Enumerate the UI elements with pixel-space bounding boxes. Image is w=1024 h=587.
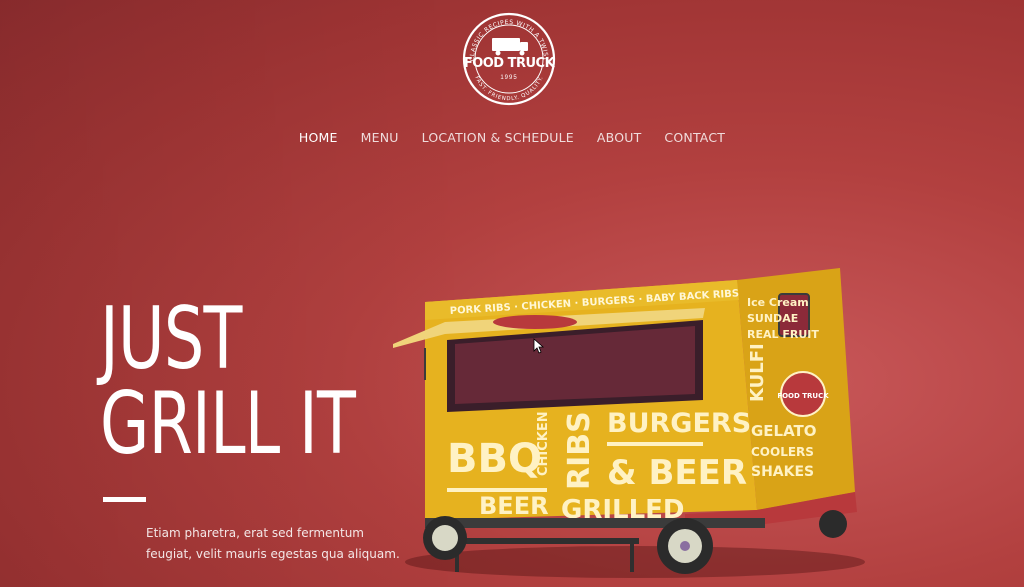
hero-title: JUST GRILL IT	[100, 289, 356, 474]
truck-word-burgers: BURGERS	[607, 408, 751, 439]
hero-title-line1: JUST	[100, 289, 242, 389]
logo-truck-icon	[492, 38, 528, 56]
truck-word-beer: BEER	[479, 492, 549, 520]
logo-year: 1995	[500, 75, 518, 81]
nav-about[interactable]: ABOUT	[597, 130, 642, 145]
svg-text:KULFI: KULFI	[747, 343, 768, 402]
hero-divider	[103, 497, 146, 502]
site-logo[interactable]: CLASSIC RECIPES WITH A TWIST FAST. FRIEN…	[462, 12, 556, 106]
main-nav: HOME MENU LOCATION & SCHEDULE ABOUT CONT…	[0, 130, 1024, 145]
svg-text:SHAKES: SHAKES	[751, 464, 814, 480]
hero-description: Etiam pharetra, erat sed fermentum feugi…	[146, 526, 400, 561]
food-truck-image: PORK RIBS · CHICKEN · BURGERS · BABY BAC…	[393, 268, 865, 578]
mouse-cursor-icon	[533, 338, 545, 354]
svg-text:Ice Cream: Ice Cream	[747, 296, 809, 309]
svg-text:COOLERS: COOLERS	[751, 445, 814, 459]
svg-text:GELATO: GELATO	[751, 422, 817, 440]
hero-title-line2: GRILL IT	[100, 374, 356, 474]
nav-contact[interactable]: CONTACT	[664, 130, 725, 145]
svg-text:REAL FRUIT: REAL FRUIT	[747, 328, 819, 341]
truck-word-beer-big: & BEER	[607, 453, 747, 493]
truck-word-bbq: BBQ	[447, 436, 542, 482]
nav-home[interactable]: HOME	[299, 130, 338, 145]
nav-menu[interactable]: MENU	[361, 130, 399, 145]
logo-name: FOOD TRUCK	[463, 56, 555, 71]
nav-location-schedule[interactable]: LOCATION & SCHEDULE	[422, 130, 574, 145]
truck-word-chicken: CHICKEN	[536, 411, 551, 476]
svg-text:FOOD TRUCK: FOOD TRUCK	[777, 392, 829, 400]
truck-word-ribs: RIBS	[562, 411, 597, 490]
svg-text:SUNDAE: SUNDAE	[747, 312, 798, 325]
